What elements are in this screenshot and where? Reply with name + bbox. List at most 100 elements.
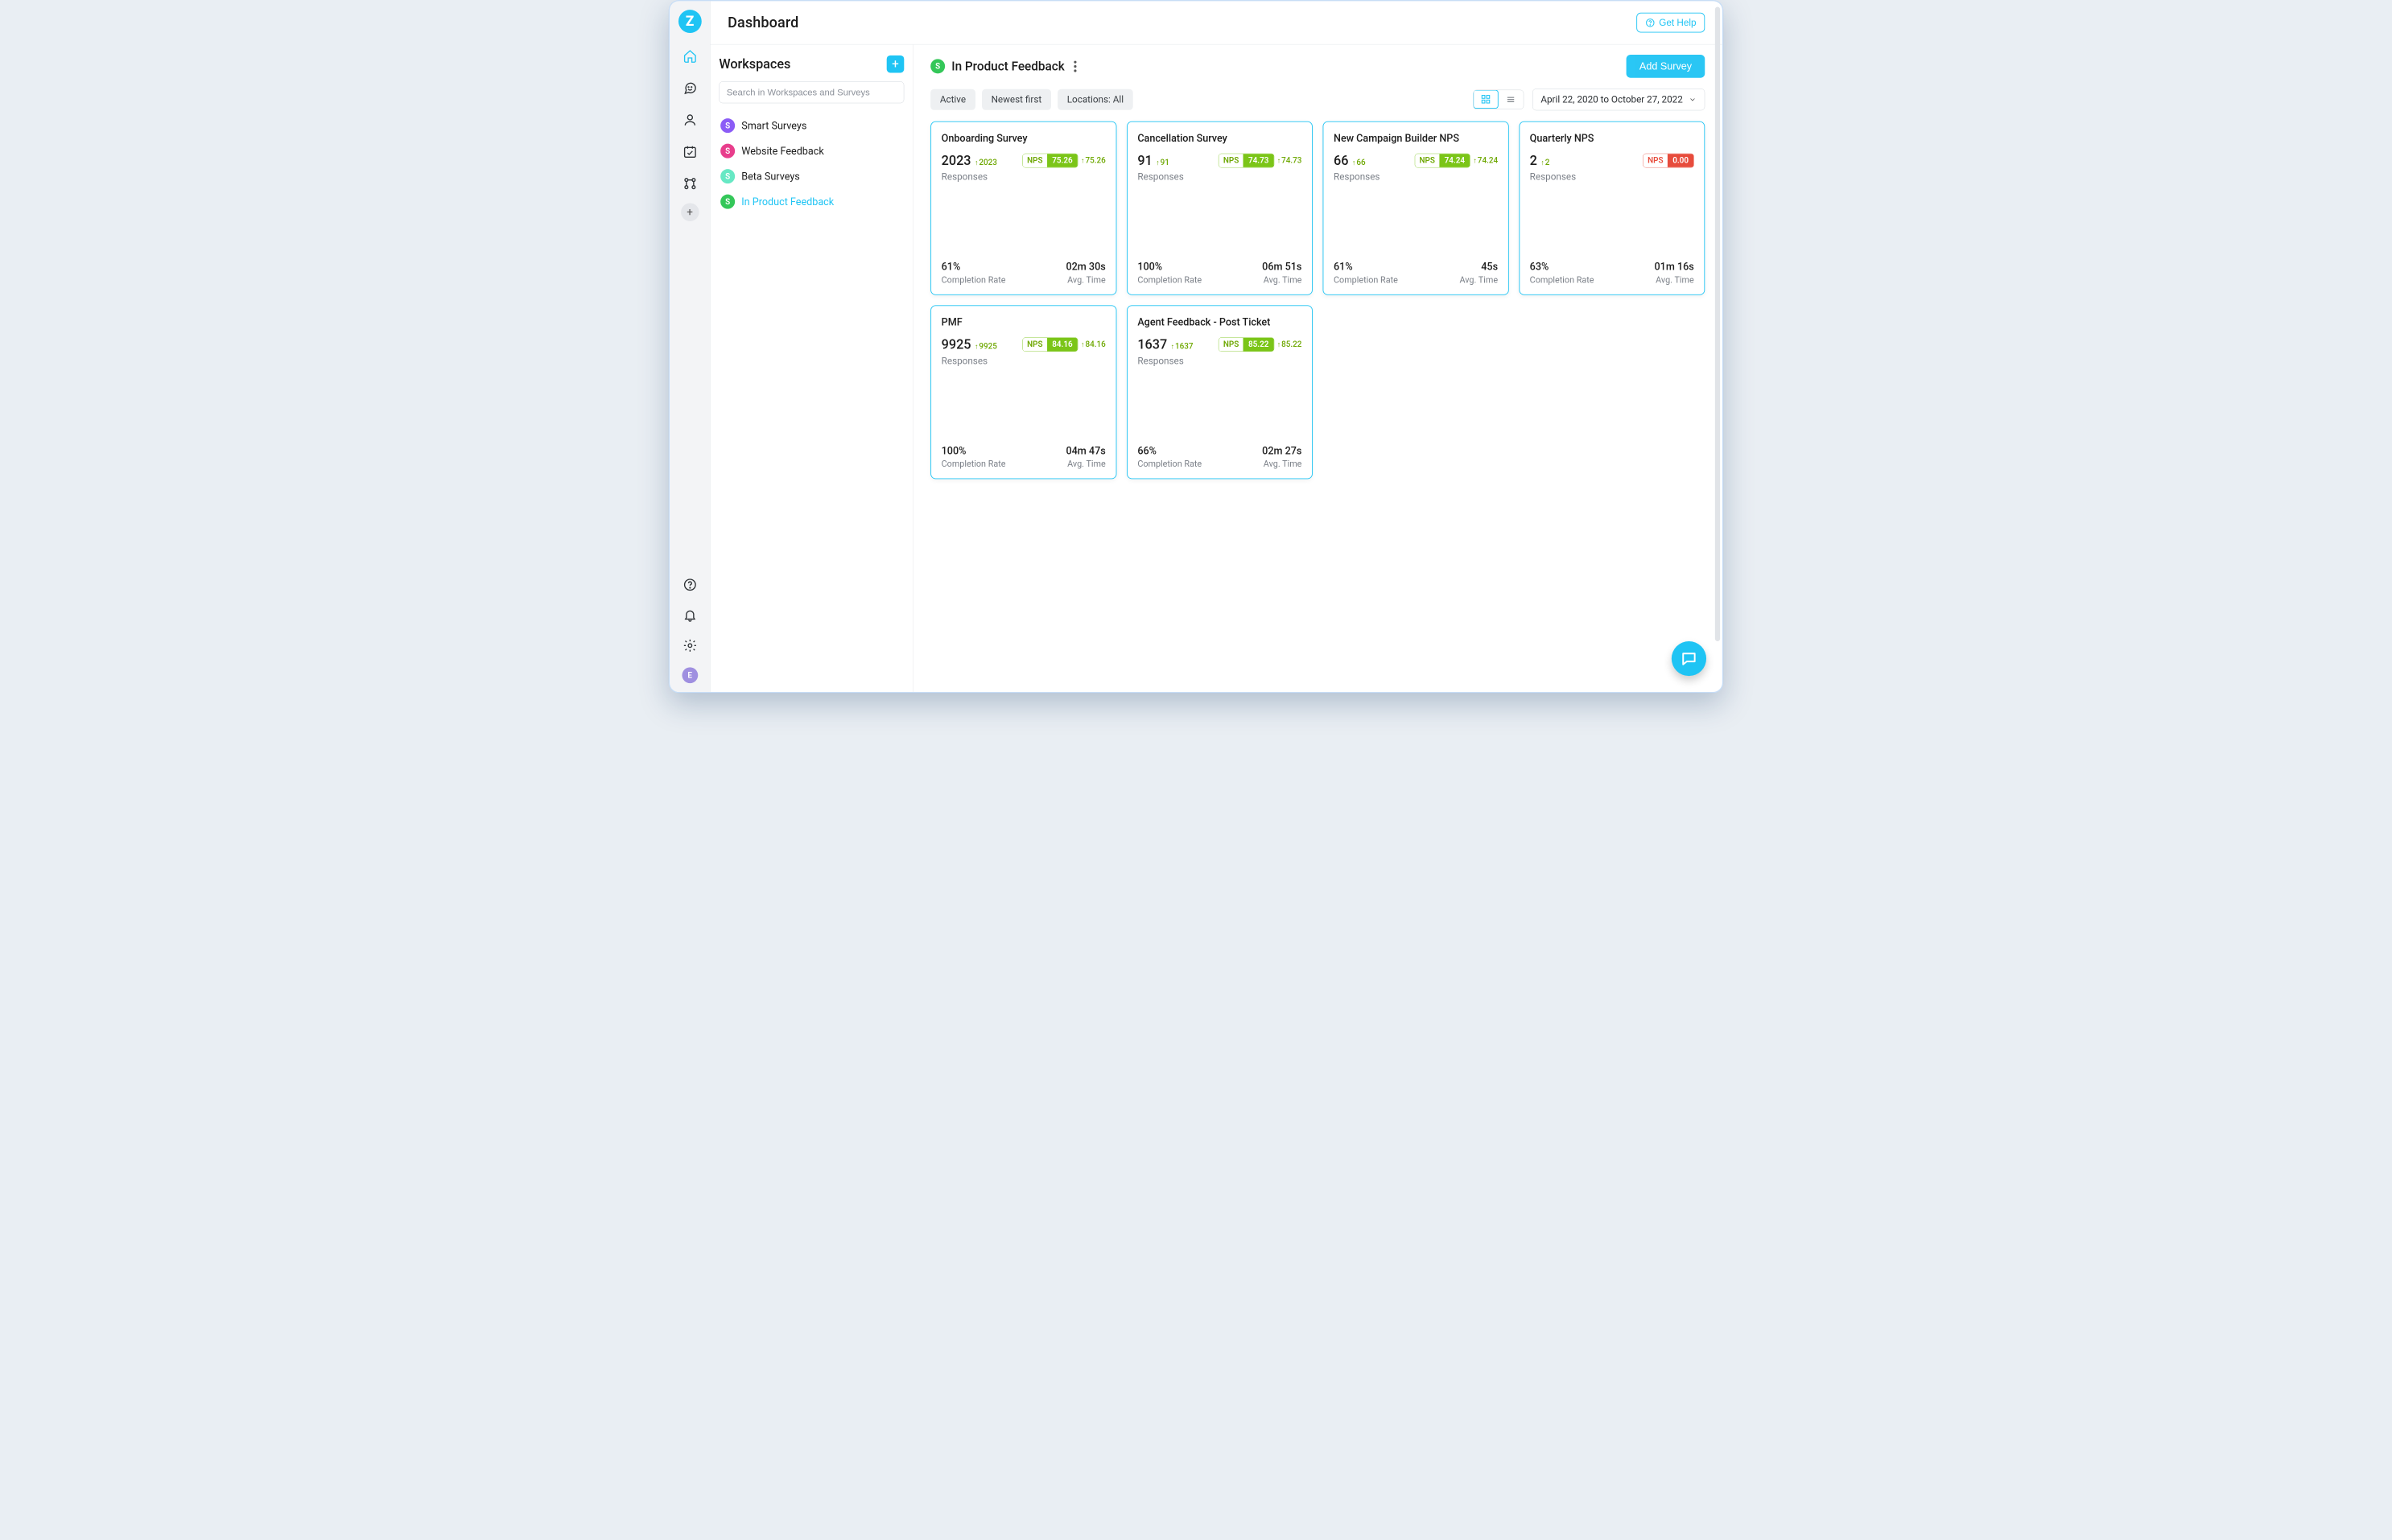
avg-time-value: 04m 47s	[1066, 445, 1105, 457]
view-list-button[interactable]	[1498, 90, 1524, 109]
survey-grid: Onboarding Survey20232023NPS75.2675.26Re…	[930, 121, 1705, 480]
nps-value: 85.22	[1243, 338, 1274, 352]
metric-row: 20232023NPS75.2675.26	[942, 153, 1106, 168]
question-circle-icon	[683, 578, 697, 592]
nav-settings[interactable]	[681, 637, 699, 655]
nps-delta: 85.22	[1277, 340, 1302, 348]
responses-value: 9925	[942, 337, 971, 352]
nav-feedback[interactable]	[681, 80, 699, 97]
responses-label: Responses	[1137, 356, 1301, 367]
card-footer: 100%Completion Rate04m 47sAvg. Time	[942, 445, 1106, 469]
card-footer: 61%Completion Rate02m 30sAvg. Time	[942, 261, 1106, 285]
nps-pill: NPS0.00	[1643, 154, 1693, 168]
get-help-button[interactable]: Get Help	[1636, 13, 1705, 33]
completion-value: 61%	[1334, 261, 1398, 273]
flow-icon	[683, 176, 697, 191]
date-range-label: April 22, 2020 to October 27, 2022	[1540, 94, 1682, 105]
nps-label: NPS	[1643, 154, 1668, 167]
avg-time-value: 01m 16s	[1655, 261, 1694, 273]
nps-label: NPS	[1023, 154, 1047, 167]
avg-time-value: 02m 30s	[1066, 261, 1105, 273]
avg-time-label: Avg. Time	[1656, 275, 1694, 286]
add-survey-button[interactable]: Add Survey	[1627, 55, 1705, 78]
avg-time-label: Avg. Time	[1067, 275, 1106, 286]
survey-card[interactable]: PMF99259925NPS84.1684.16Responses100%Com…	[930, 305, 1116, 479]
user-avatar[interactable]: E	[682, 667, 698, 683]
filter-status[interactable]: Active	[930, 89, 975, 110]
workspaces-list: SSmart SurveysSWebsite FeedbackSBeta Sur…	[719, 116, 904, 211]
metric-row: 9191NPS74.7374.73	[1137, 153, 1301, 168]
chevron-down-icon	[1689, 96, 1697, 104]
responses-value: 66	[1334, 153, 1348, 168]
nps-value: 0.00	[1668, 154, 1693, 167]
survey-card[interactable]: Quarterly NPS22NPS0.00Responses63%Comple…	[1519, 121, 1705, 295]
add-workspace-button[interactable]: +	[887, 56, 905, 73]
nav-help[interactable]	[681, 576, 699, 594]
avg-time-col: 01m 16s Avg. Time	[1655, 261, 1694, 285]
nav-add-button[interactable]: +	[681, 203, 699, 220]
completion-col: 66% Completion Rate	[1137, 445, 1202, 469]
responses-metric: 2023 2023	[942, 153, 997, 168]
survey-title: New Campaign Builder NPS	[1334, 132, 1498, 144]
responses-label: Responses	[1530, 171, 1694, 183]
workspace-item[interactable]: SBeta Surveys	[719, 167, 904, 185]
workspace-menu-button[interactable]	[1074, 60, 1076, 72]
metric-row: 6666NPS74.2474.24	[1334, 153, 1498, 168]
nps-label: NPS	[1023, 338, 1047, 352]
nps-delta: 74.73	[1277, 156, 1302, 165]
nps-pill: NPS74.24	[1415, 154, 1470, 168]
nav-flows[interactable]	[681, 175, 699, 192]
nav-calendar[interactable]	[681, 143, 699, 161]
date-range-picker[interactable]: April 22, 2020 to October 27, 2022	[1532, 89, 1705, 110]
chat-bubble-icon	[683, 80, 697, 95]
completion-label: Completion Rate	[942, 459, 1006, 469]
workspace-badge: S	[930, 59, 945, 73]
avg-time-col: 06m 51sAvg. Time	[1262, 261, 1301, 285]
gear-icon	[683, 638, 697, 653]
responses-delta: 2023	[975, 158, 997, 167]
survey-title: PMF	[942, 316, 1106, 328]
nps-pill: NPS85.22	[1219, 337, 1274, 352]
metric-row: 9925 9925 NPS84.1684.16	[942, 337, 1106, 352]
nps-metric: NPS84.1684.16	[1022, 337, 1105, 352]
filter-locations[interactable]: Locations: All	[1058, 89, 1133, 110]
get-help-label: Get Help	[1659, 17, 1696, 28]
workspace-label: Beta Surveys	[741, 171, 800, 183]
completion-value: 66%	[1137, 445, 1202, 457]
responses-delta: 1637	[1171, 342, 1194, 351]
view-grid-button[interactable]	[1473, 90, 1499, 109]
avg-time-col: 02m 30s Avg. Time	[1066, 261, 1105, 285]
nav-rail: Z +	[670, 1, 710, 692]
survey-card[interactable]: New Campaign Builder NPS6666NPS74.2474.2…	[1323, 121, 1509, 295]
nav-home[interactable]	[681, 47, 699, 65]
completion-label: Completion Rate	[1137, 459, 1202, 469]
search-input[interactable]	[719, 81, 904, 103]
list-icon	[1506, 94, 1516, 105]
workspace-item[interactable]: SSmart Surveys	[719, 116, 904, 134]
app-window: Z +	[669, 0, 1723, 693]
completion-value: 100%	[1137, 261, 1202, 273]
responses-value: 2023	[942, 153, 971, 168]
survey-card[interactable]: Cancellation Survey9191NPS74.7374.73Resp…	[1127, 121, 1313, 295]
completion-col: 61%Completion Rate	[1334, 261, 1398, 285]
card-footer: 100%Completion Rate06m 51sAvg. Time	[1137, 261, 1301, 285]
nps-metric: NPS0.00	[1643, 154, 1693, 168]
chat-fab[interactable]	[1672, 641, 1706, 676]
nav-users[interactable]	[681, 111, 699, 129]
avg-time-value: 06m 51s	[1262, 261, 1301, 273]
workspace-item[interactable]: SWebsite Feedback	[719, 142, 904, 160]
app-logo[interactable]: Z	[678, 10, 702, 33]
responses-delta: 91	[1156, 158, 1169, 167]
responses-metric: 22	[1530, 153, 1550, 168]
question-circle-icon	[1645, 18, 1656, 28]
survey-card[interactable]: Agent Feedback - Post Ticket16371637NPS8…	[1127, 305, 1313, 479]
nav-notifications[interactable]	[681, 607, 699, 624]
responses-delta: 9925	[975, 342, 997, 351]
avg-time-value: 45s	[1481, 261, 1498, 273]
filter-sort[interactable]: Newest first	[982, 89, 1051, 110]
workspace-badge: S	[720, 144, 735, 159]
workspace-item[interactable]: SIn Product Feedback	[719, 192, 904, 211]
survey-card[interactable]: Onboarding Survey20232023NPS75.2675.26Re…	[930, 121, 1116, 295]
nps-value: 74.24	[1439, 154, 1470, 167]
responses-label: Responses	[1137, 171, 1301, 183]
